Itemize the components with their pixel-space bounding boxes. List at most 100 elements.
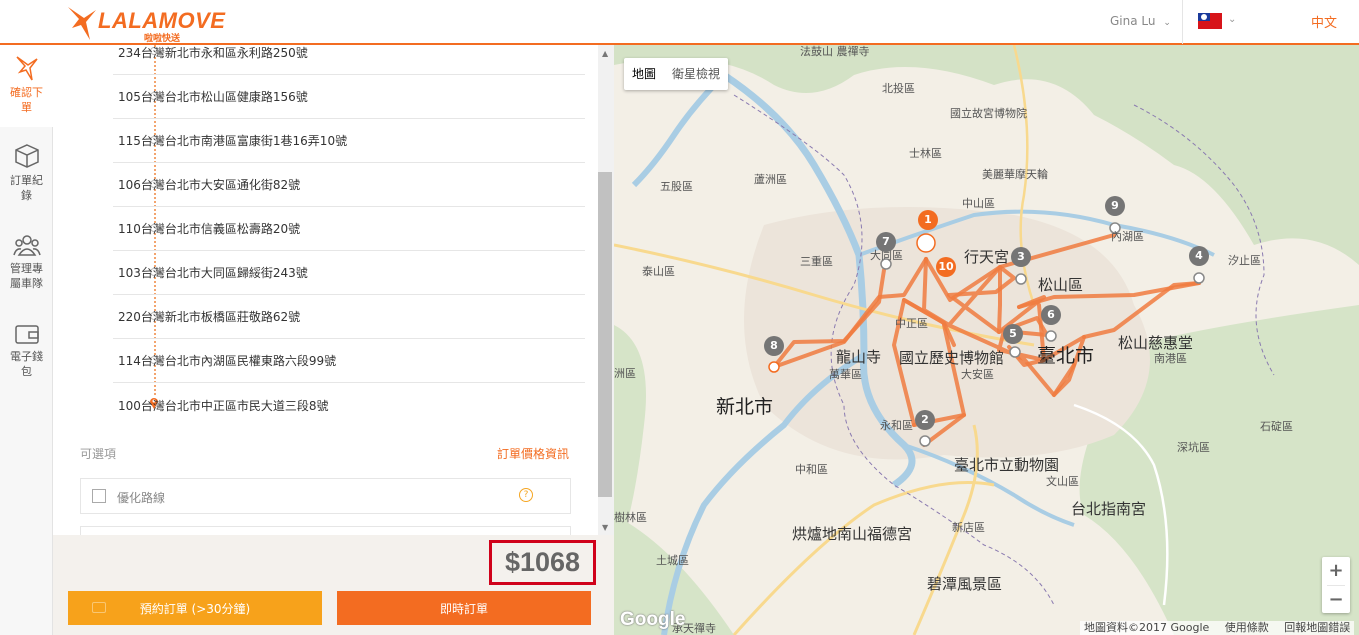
route-marker-3[interactable]: 3 [1011, 247, 1031, 267]
map-label: 萬華區 [829, 368, 862, 381]
lalamove-logo[interactable]: LALAMOVE 啦啦快送 [66, 4, 225, 44]
route-marker-2[interactable]: 2 [915, 410, 935, 430]
stop-item[interactable]: 100台灣台北市中正區市民大道三段8號 [113, 383, 585, 427]
stop-address: 100台灣台北市中正區市民大道三段8號 [118, 399, 329, 413]
stop-address: 234台灣新北市永和區永利路250號 [118, 46, 308, 60]
next-option-box [80, 526, 571, 535]
map-label: 土城區 [656, 554, 689, 567]
schedule-order-label: 預約訂單 (>30分鐘) [139, 602, 251, 616]
map-label: 台北指南宮 [1071, 500, 1147, 518]
map-label: 蘆洲區 [754, 173, 787, 186]
map-label: 泰山區 [642, 265, 675, 278]
stop-item[interactable]: 220台灣新北市板橋區莊敬路62號 [113, 295, 585, 339]
stop-address: 220台灣新北市板橋區莊敬路62號 [118, 310, 301, 324]
map-label: 松山區 [1038, 276, 1084, 294]
nav-wallet[interactable]: 電子錢包 [0, 323, 53, 379]
route-marker-8[interactable]: 8 [764, 336, 784, 356]
stop-item[interactable]: 114台灣台北市內湖區民權東路六段99號 [113, 339, 585, 383]
route-marker-6[interactable]: 6 [1041, 305, 1061, 325]
map-type-toggle: 地圖 衛星檢視 [624, 58, 729, 90]
stop-item[interactable]: 105台灣台北市松山區健康路156號 [113, 75, 585, 119]
map-label: 大安區 [961, 368, 994, 381]
route-map[interactable]: 地圖 衛星檢視 法鼓山 農禪寺 北投區 國立故宮博物院 士林區 美麗華摩天輪 五股… [614, 45, 1359, 635]
logo-subtitle: 啦啦快送 [144, 34, 181, 44]
order-now-button[interactable]: 即時訂單 [337, 591, 591, 625]
map-label: 中山區 [962, 197, 995, 210]
zoom-in-button[interactable]: + [1322, 557, 1350, 585]
order-footer: $1068 預約訂單 (>30分鐘) 即時訂單 [53, 535, 614, 635]
map-label: 碧潭風景區 [927, 575, 1003, 593]
price-info-link[interactable]: 訂單價格資訊 [497, 445, 569, 462]
language-selector[interactable]: 中文 [1311, 12, 1337, 31]
stop-item[interactable]: 115台灣台北市南港區富康街1巷16弄10號 [113, 119, 585, 163]
nav-label: 確認下單 [10, 86, 43, 114]
stop-item[interactable]: 110台灣台北市信義區松壽路20號 [113, 207, 585, 251]
map-label: 北投區 [882, 82, 915, 95]
map-type-satellite[interactable]: 衛星檢視 [664, 58, 728, 90]
route-marker-5[interactable]: 5 [1003, 324, 1023, 344]
route-marker-9[interactable]: 9 [1105, 196, 1125, 216]
taiwan-flag-icon[interactable] [1198, 13, 1222, 29]
map-label: 南港區 [1154, 352, 1187, 365]
map-label: 國立故宮博物院 [950, 107, 1027, 120]
map-label: 石碇區 [1260, 420, 1293, 433]
panel-scrollbar[interactable]: ▲ ▼ [598, 45, 614, 535]
map-label: 新北市 [716, 396, 774, 418]
map-label: 臺北市立動物園 [954, 456, 1060, 474]
google-logo[interactable]: Google [620, 609, 685, 631]
route-marker-7[interactable]: 7 [876, 232, 896, 252]
map-label: 烘爐地南山福德宮 [792, 525, 913, 543]
zoom-out-button[interactable]: − [1322, 586, 1350, 614]
stop-address: 105台灣台北市松山區健康路156號 [118, 90, 308, 104]
route-marker-1[interactable]: 1 [918, 210, 938, 230]
map-label: 樹林區 [614, 511, 647, 524]
nav-place-order[interactable]: 確認下單 [0, 45, 53, 127]
scroll-down-arrow[interactable]: ▼ [602, 523, 608, 532]
schedule-order-button[interactable]: 預約訂單 (>30分鐘) [68, 591, 322, 625]
options-label: 可選項 [80, 447, 117, 461]
wallet-icon [14, 325, 39, 344]
stop-address: 106台灣台北市大安區通化街82號 [118, 178, 301, 192]
people-icon [12, 235, 41, 256]
total-price: $1068 [489, 540, 596, 585]
nav-label: 訂單紀錄 [10, 174, 43, 202]
map-label: 龍山寺 [836, 348, 882, 366]
map-type-map[interactable]: 地圖 [624, 58, 664, 90]
hummingbird-icon [15, 56, 38, 81]
user-menu[interactable]: Gina Lu ⌄ [1110, 14, 1171, 28]
map-label: 文山區 [1046, 475, 1079, 488]
scroll-up-arrow[interactable]: ▲ [602, 49, 608, 58]
nav-manage-fleet[interactable]: 管理專屬車隊 [0, 233, 53, 291]
scroll-thumb[interactable] [598, 172, 612, 497]
stop-item[interactable]: 103台灣台北市大同區歸綏街243號 [113, 251, 585, 295]
help-icon[interactable]: ? [519, 488, 533, 502]
optimize-route-checkbox[interactable] [92, 489, 106, 503]
report-error-link[interactable]: 回報地圖錯誤 [1284, 621, 1350, 634]
side-nav: 確認下單 訂單紀錄 管理專屬車隊 電子錢包 [0, 45, 53, 635]
map-label: 法鼓山 農禪寺 [800, 45, 870, 58]
hummingbird-logo-icon [68, 7, 96, 40]
map-label: 汐止區 [1228, 254, 1261, 267]
map-data-credit: 地圖資料©2017 Google [1084, 621, 1210, 634]
user-name: Gina Lu [1110, 14, 1156, 28]
map-label: 美麗華摩天輪 [982, 168, 1048, 181]
chevron-down-icon[interactable]: ⌄ [1228, 14, 1236, 25]
stop-address: 110台灣台北市信義區松壽路20號 [118, 222, 301, 236]
optimize-route-option[interactable]: 優化路線 ? [80, 478, 571, 514]
route-marker-10[interactable]: 10 [936, 257, 956, 277]
nav-label: 電子錢包 [10, 350, 43, 378]
stop-item[interactable]: 234台灣新北市永和區永利路250號 [113, 45, 585, 75]
route-marker-4[interactable]: 4 [1189, 246, 1209, 266]
map-label: 三重區 [800, 255, 833, 268]
terms-link[interactable]: 使用條款 [1225, 621, 1269, 634]
top-header: LALAMOVE 啦啦快送 Gina Lu ⌄ ⌄ 中文 [0, 0, 1359, 45]
order-panel: 234台灣新北市永和區永利路250號 105台灣台北市松山區健康路156號 11… [53, 45, 598, 535]
stop-address: 103台灣台北市大同區歸綏街243號 [118, 266, 308, 280]
stop-item[interactable]: 106台灣台北市大安區通化街82號 [113, 163, 585, 207]
map-label: 深坑區 [1177, 441, 1210, 454]
map-label: 永和區 [880, 419, 913, 432]
nav-order-history[interactable]: 訂單紀錄 [0, 143, 53, 203]
chat-icon [92, 602, 106, 613]
map-label: 臺北市 [1037, 345, 1095, 367]
map-label: 洲區 [614, 367, 636, 380]
